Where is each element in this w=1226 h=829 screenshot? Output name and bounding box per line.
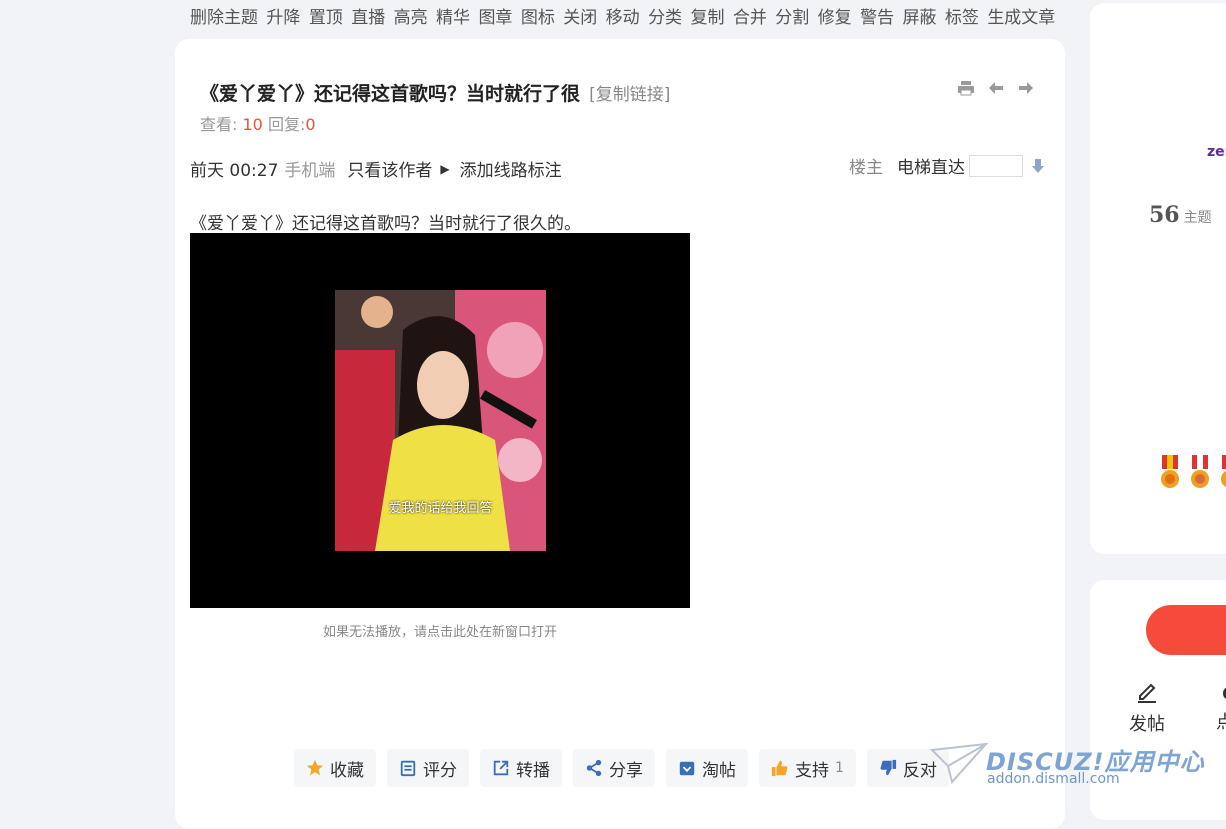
post-actions: 收藏 评分 转播 分享 淘帖 支持 1 反对 xyxy=(294,749,949,787)
collect-icon xyxy=(679,761,695,776)
favorite-label: 收藏 xyxy=(330,760,364,781)
mod-warn[interactable]: 警告 xyxy=(860,8,894,28)
medal-list xyxy=(1158,455,1226,491)
mod-icon[interactable]: 图标 xyxy=(521,8,555,28)
share-out-icon xyxy=(493,760,509,776)
star-icon xyxy=(306,759,324,776)
mod-category[interactable]: 分类 xyxy=(648,8,682,28)
floor-label: 楼主 xyxy=(849,158,883,178)
mod-bump[interactable]: 升降 xyxy=(266,8,300,28)
mod-highlight[interactable]: 高亮 xyxy=(394,8,428,28)
author-card: zer 56主题 xyxy=(1090,3,1226,554)
author-thread-stat: 56 主题 xyxy=(1149,202,1212,228)
floor-jump-input[interactable] xyxy=(969,154,1023,177)
views-label: 查看: xyxy=(200,115,238,134)
video-frame: 爱我的话给我回答 xyxy=(335,290,546,551)
replies-count: 0 xyxy=(305,115,316,134)
mod-delete[interactable]: 删除主题 xyxy=(190,8,258,28)
thumbs-down-icon xyxy=(880,759,897,776)
video-open-link[interactable]: 如果无法播放，请点击此处在新窗口打开 xyxy=(190,621,690,640)
mod-sticky[interactable]: 置顶 xyxy=(309,8,343,28)
thread-tools xyxy=(957,79,1035,97)
discuz-watermark: DISCUZ!应用中心 addon.dismall.com xyxy=(929,742,1204,790)
next-thread-icon[interactable] xyxy=(1017,79,1035,97)
partial-icon: ◖ xyxy=(1222,682,1226,703)
post-time: 前天 00:27 xyxy=(190,161,279,181)
replies-label: 回复: xyxy=(267,115,306,134)
mod-copy[interactable]: 复制 xyxy=(690,8,724,28)
collect-label: 淘帖 xyxy=(702,760,736,781)
mod-ban[interactable]: 屏蔽 xyxy=(903,8,937,28)
triangle-right-icon: ▶ xyxy=(440,161,450,176)
mod-live[interactable]: 直播 xyxy=(351,8,385,28)
support-button[interactable]: 支持 1 xyxy=(759,749,856,787)
support-label: 支持 xyxy=(795,760,829,781)
pencil-icon xyxy=(1138,683,1156,703)
thread-title-row: 《爱丫爱丫》还记得这首歌吗？当时就行了很 [复制链接] xyxy=(200,79,670,106)
mod-stamp[interactable]: 图章 xyxy=(478,8,512,28)
share-button[interactable]: 分享 xyxy=(573,749,655,787)
print-icon[interactable] xyxy=(957,79,975,97)
mod-merge[interactable]: 合并 xyxy=(733,8,767,28)
rate-icon xyxy=(400,760,416,777)
mod-repair[interactable]: 修复 xyxy=(818,8,852,28)
repost-label: 转播 xyxy=(516,760,550,781)
support-count: 1 xyxy=(835,760,844,776)
mod-tags[interactable]: 标签 xyxy=(945,8,979,28)
rate-label: 评分 xyxy=(423,760,457,781)
author-username[interactable]: zer xyxy=(1207,144,1226,160)
medal-icon[interactable] xyxy=(1158,455,1182,491)
paper-plane-icon xyxy=(929,742,989,785)
share-label: 分享 xyxy=(609,760,643,781)
thread-card: 《爱丫爱丫》还记得这首歌吗？当时就行了很 [复制链接] 查看: 10 回复:0 … xyxy=(175,39,1065,829)
medal-icon[interactable] xyxy=(1188,455,1212,491)
thumbs-up-icon xyxy=(771,760,788,777)
partial-action-label[interactable]: 点 xyxy=(1216,708,1226,734)
repost-button[interactable]: 转播 xyxy=(480,749,562,787)
floor-nav: 楼主 电梯直达 xyxy=(849,153,1045,178)
arrow-down-icon[interactable] xyxy=(1031,158,1045,174)
thread-stats: 查看: 10 回复:0 xyxy=(200,111,316,135)
video-subtitle: 爱我的话给我回答 xyxy=(388,501,493,516)
moderation-toolbar: 删除主题 升降 置顶 直播 高亮 精华 图章 图标 关闭 移动 分类 复制 合并… xyxy=(190,3,1058,28)
share-icon xyxy=(586,759,602,777)
post-client: 手机端 xyxy=(284,161,336,181)
mod-move[interactable]: 移动 xyxy=(606,8,640,28)
mod-close[interactable]: 关闭 xyxy=(563,8,597,28)
author-thread-label: 主题 xyxy=(1183,210,1212,226)
mod-digest[interactable]: 精华 xyxy=(436,8,470,28)
prev-thread-icon[interactable] xyxy=(987,79,1005,97)
new-post-button[interactable]: 发帖 xyxy=(1129,678,1165,736)
only-author-link[interactable]: 只看该作者 xyxy=(347,156,432,181)
add-route-link[interactable]: 添加线路标注 xyxy=(460,156,562,181)
collect-button[interactable]: 淘帖 xyxy=(666,749,748,787)
author-thread-count: 56 xyxy=(1149,202,1180,228)
medal-icon[interactable] xyxy=(1218,455,1226,491)
watermark-site: addon.dismall.com xyxy=(987,771,1120,787)
mod-split[interactable]: 分割 xyxy=(775,8,809,28)
video-player[interactable]: 爱我的话给我回答 xyxy=(190,233,690,608)
favorite-button[interactable]: 收藏 xyxy=(294,749,376,787)
mod-generate-article[interactable]: 生成文章 xyxy=(987,8,1055,28)
thread-title: 《爱丫爱丫》还记得这首歌吗？当时就行了很 xyxy=(200,83,581,105)
post-meta: 前天 00:27 手机端 只看该作者 ▶ 添加线路标注 xyxy=(190,156,562,181)
rate-button[interactable]: 评分 xyxy=(387,749,469,787)
new-post-label: 发帖 xyxy=(1129,714,1165,735)
post-content: 《爱丫爱丫》还记得这首歌吗？当时就行了很久的。 xyxy=(190,214,581,234)
jump-label: 电梯直达 xyxy=(897,158,965,178)
copy-link-button[interactable]: [复制链接] xyxy=(589,85,670,105)
primary-action-button[interactable] xyxy=(1146,605,1226,655)
views-count: 10 xyxy=(242,115,263,134)
